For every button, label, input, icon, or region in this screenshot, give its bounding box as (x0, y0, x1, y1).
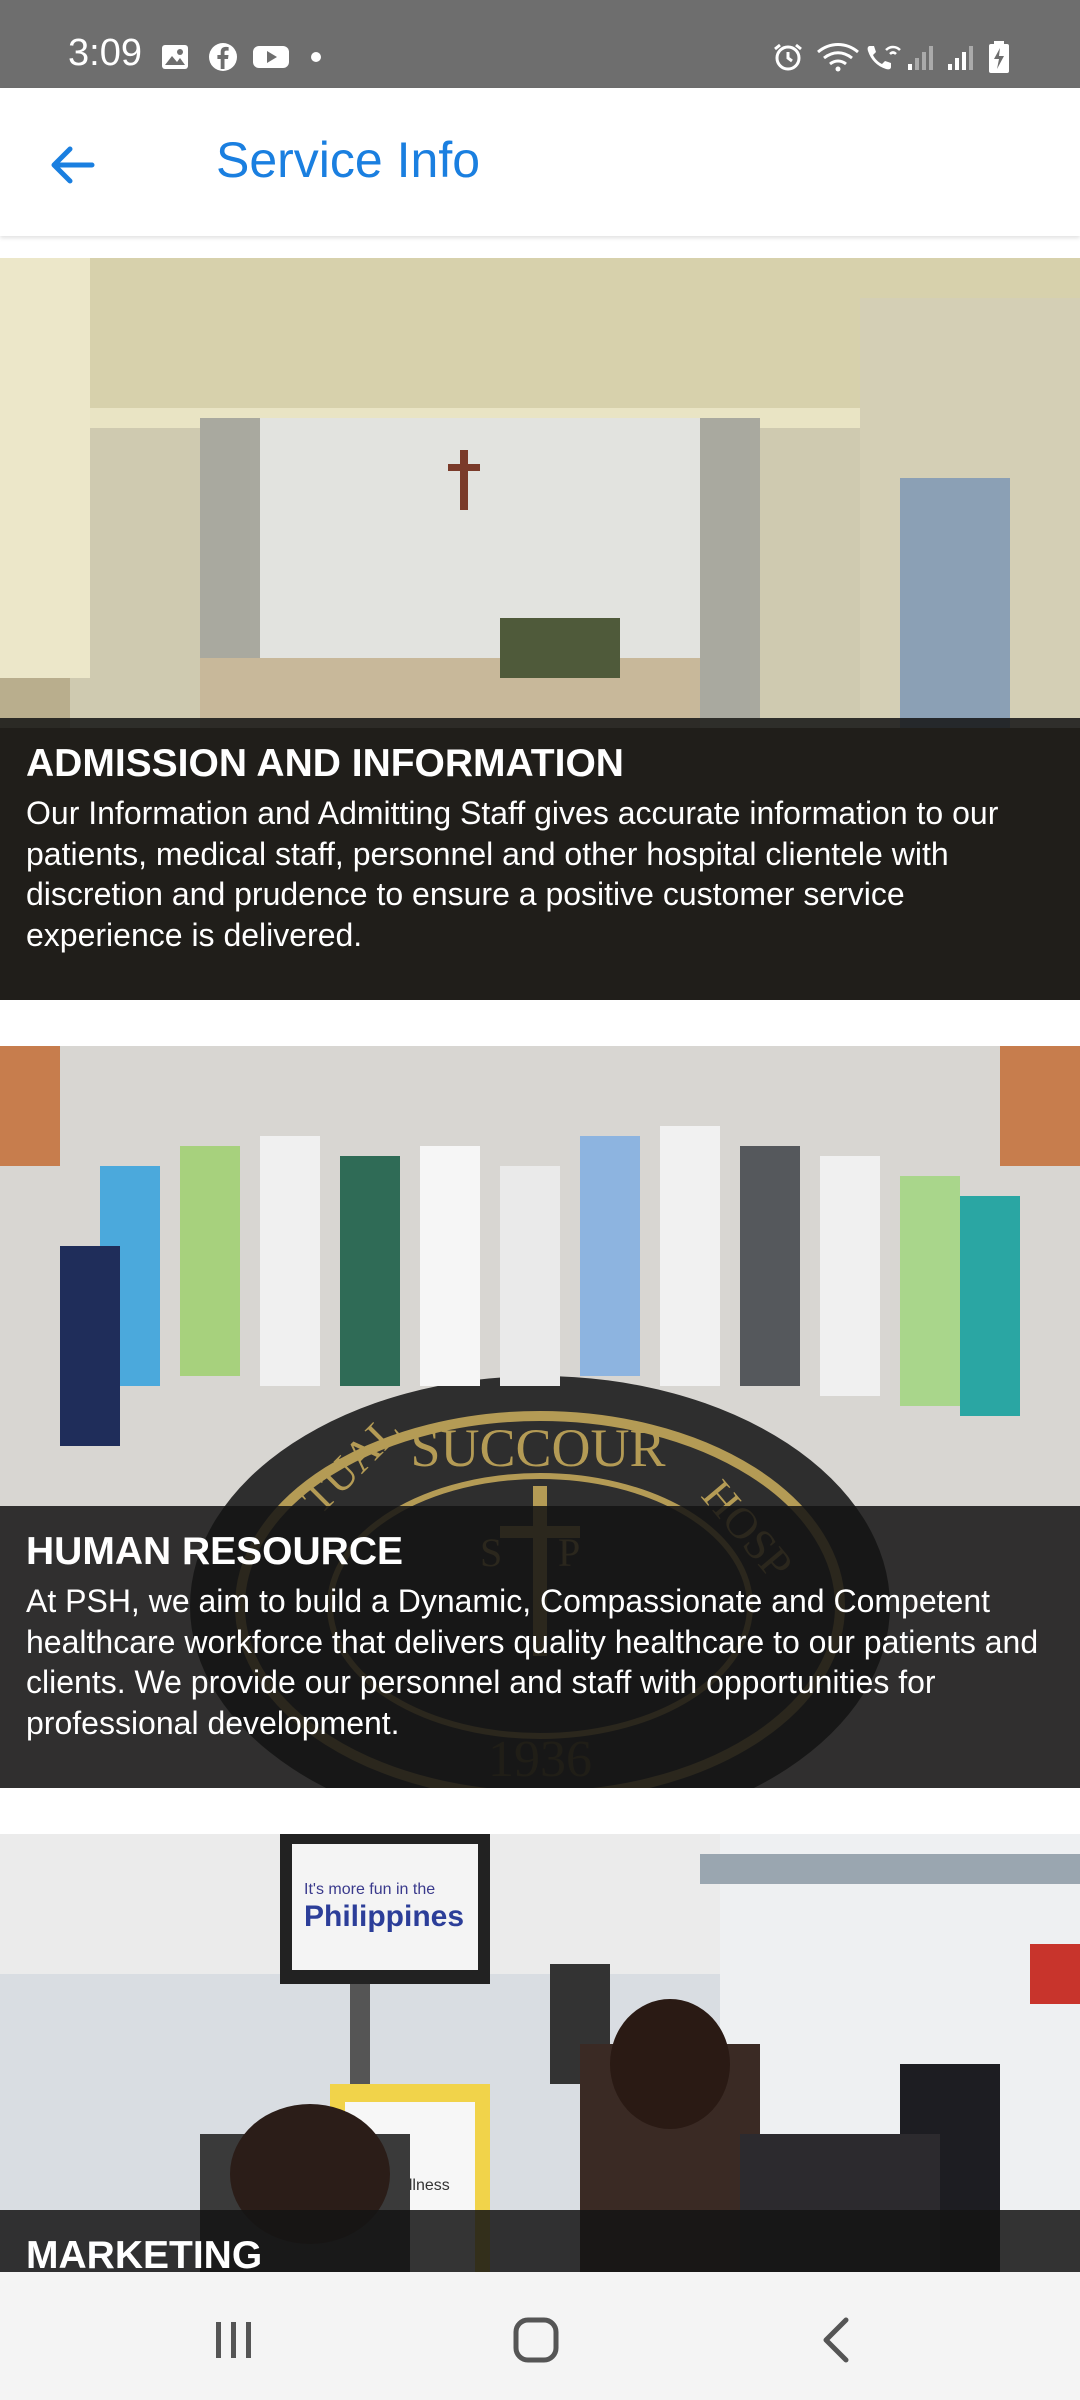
dot-icon (311, 52, 321, 62)
service-description: Our Information and Admitting Staff give… (26, 794, 999, 953)
image-icon (162, 45, 188, 69)
youtube-icon (253, 46, 289, 68)
service-heading: ADMISSION AND INFORMATION (26, 742, 624, 785)
back-arrow-icon[interactable] (40, 132, 106, 198)
wifi-icon (817, 43, 859, 72)
status-bar: 3:09 (0, 0, 1080, 88)
app-bar: Service Info (0, 88, 1080, 236)
service-card-human-resource[interactable]: SUCCOUR TUAL HOSP S P 1936 HUMAN RESOURC… (0, 1046, 1080, 1788)
tv-text-line2: Philippines (304, 1900, 464, 1933)
back-icon[interactable] (808, 2310, 868, 2370)
facebook-icon (209, 43, 237, 71)
page-title: Service Info (216, 132, 481, 188)
battery-charging-icon (989, 41, 1009, 73)
recent-apps-icon[interactable] (204, 2310, 264, 2370)
human-resource-caption: HUMAN RESOURCE At PSH, we aim to build a… (0, 1506, 1080, 1788)
tv-text-line1: It's more fun in the (304, 1881, 435, 1898)
signal-icon (948, 46, 973, 70)
service-heading: MARKETING (26, 2234, 263, 2272)
service-heading: HUMAN RESOURCE (26, 1530, 404, 1573)
seal-text: SUCCOUR (410, 1418, 665, 1478)
status-time: 3:09 (68, 32, 142, 74)
marketing-caption: MARKETING (0, 2210, 1080, 2272)
alarm-icon (774, 43, 802, 71)
service-card-marketing[interactable]: It's more fun in the Philippines bu & We… (0, 1834, 1080, 2272)
system-nav-bar (0, 2272, 1080, 2400)
service-card-admission[interactable]: ADMISSION AND INFORMATION Our Informatio… (0, 258, 1080, 1000)
signal-icon (908, 46, 933, 70)
marketing-photo: It's more fun in the Philippines bu & We… (0, 1834, 1080, 2272)
home-icon[interactable] (506, 2310, 566, 2370)
admission-caption: ADMISSION AND INFORMATION Our Informatio… (0, 718, 1080, 1000)
wifi-call-icon (867, 45, 901, 70)
service-description: At PSH, we aim to build a Dynamic, Compa… (26, 1582, 1039, 1741)
